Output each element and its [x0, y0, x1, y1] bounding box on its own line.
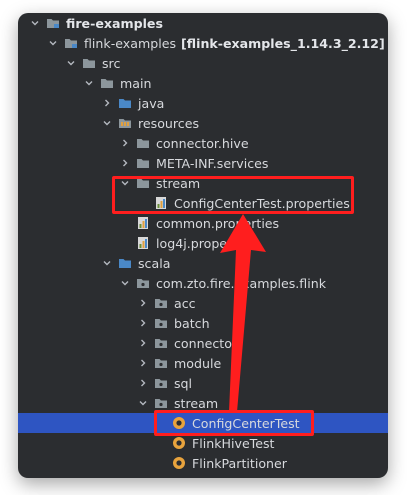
chevron-right-icon[interactable]: [138, 298, 148, 308]
scala-object-icon: [172, 436, 186, 450]
tree-row[interactable]: connector: [18, 333, 388, 353]
tree-row[interactable]: resources: [18, 113, 388, 133]
tree-row[interactable]: acc: [18, 293, 388, 313]
chevron-down-icon[interactable]: [138, 398, 148, 408]
tree-row[interactable]: FlinkHiveTest: [18, 433, 388, 453]
tree-item-label: META-INF.services: [156, 155, 269, 171]
tree-row[interactable]: scala: [18, 253, 388, 273]
source-folder-icon: [118, 96, 132, 110]
package-icon: [154, 356, 168, 370]
tree-row[interactable]: src: [18, 53, 388, 73]
package-icon: [154, 396, 168, 410]
tree-row[interactable]: connector.hive: [18, 133, 388, 153]
chevron-down-icon[interactable]: [84, 78, 94, 88]
tree-row[interactable]: com.zto.fire.examples.flink: [18, 273, 388, 293]
folder-icon: [82, 56, 96, 70]
tree-item-label: stream: [174, 395, 219, 411]
tree-row[interactable]: main: [18, 73, 388, 93]
tree-row[interactable]: common.properties: [18, 213, 388, 233]
package-icon: [154, 296, 168, 310]
chevron-down-icon[interactable]: [120, 178, 130, 188]
chevron-down-icon[interactable]: [120, 278, 130, 288]
tree-item-label: log4j.properties: [156, 235, 255, 251]
tree-item-label: java: [138, 95, 165, 111]
tree-item-label: batch: [174, 315, 210, 331]
chevron-down-icon[interactable]: [102, 118, 112, 128]
tree-item-label: common.properties: [156, 215, 280, 231]
tree-item-label: ConfigCenterTest.properties: [174, 195, 350, 211]
tree-row[interactable]: ConfigCenterTest.properties: [18, 193, 388, 213]
tree-item-label: main: [120, 75, 152, 91]
chevron-right-icon[interactable]: [102, 98, 112, 108]
tree-row[interactable]: FlinkPartitioner: [18, 453, 388, 473]
chevron-right-icon[interactable]: [138, 358, 148, 368]
tree-item-label: src: [102, 55, 121, 71]
scala-object-icon: [172, 416, 186, 430]
tree-item-label: flink-examples: [84, 35, 177, 51]
tree-item-label: FlinkHiveTest: [192, 435, 275, 451]
resources-folder-icon: [118, 116, 132, 130]
chevron-right-icon[interactable]: [138, 338, 148, 348]
properties-file-icon: [154, 196, 168, 210]
package-icon: [154, 316, 168, 330]
tree-item-label: connector.hive: [156, 135, 249, 151]
tree-item-label: sql: [174, 375, 193, 391]
tree-row[interactable]: flink-examples [flink-examples_1.14.3_2.1…: [18, 33, 388, 53]
module-folder-icon: [46, 16, 60, 30]
tree-row[interactable]: java: [18, 93, 388, 113]
tree-row[interactable]: stream: [18, 393, 388, 413]
tree-row[interactable]: stream: [18, 173, 388, 193]
module-folder-icon: [64, 36, 78, 50]
folder-icon: [100, 76, 114, 90]
chevron-down-icon[interactable]: [66, 58, 76, 68]
folder-icon: [136, 156, 150, 170]
project-tool-window: fire-examples flink-examples [flink-exampl…: [18, 13, 388, 478]
chevron-down-icon[interactable]: [102, 258, 112, 268]
tree-item-label: stream: [156, 175, 201, 191]
package-icon: [154, 376, 168, 390]
chevron-right-icon[interactable]: [120, 158, 130, 168]
tree-row[interactable]: module: [18, 353, 388, 373]
package-icon: [136, 276, 150, 290]
chevron-right-icon[interactable]: [138, 318, 148, 328]
tree-row[interactable]: batch: [18, 313, 388, 333]
scala-object-icon: [172, 456, 186, 470]
chevron-down-icon[interactable]: [48, 38, 58, 48]
chevron-down-icon[interactable]: [30, 18, 40, 28]
tree-item-label: resources: [138, 115, 200, 131]
folder-icon: [136, 136, 150, 150]
tree-item-label: module: [174, 355, 222, 371]
tree-row[interactable]: sql: [18, 373, 388, 393]
source-folder-icon: [118, 256, 132, 270]
folder-icon: [136, 176, 150, 190]
tree-item-label: scala: [138, 255, 171, 271]
tree-row[interactable]: META-INF.services: [18, 153, 388, 173]
tree-row[interactable]: ConfigCenterTest: [18, 413, 388, 433]
properties-file-icon: [136, 236, 150, 250]
tree-row[interactable]: log4j.properties: [18, 233, 388, 253]
chevron-right-icon[interactable]: [120, 138, 130, 148]
tree-item-label: ConfigCenterTest: [192, 415, 300, 431]
module-name-suffix: [flink-examples_1.14.3_2.12]: [181, 35, 385, 51]
package-icon: [154, 336, 168, 350]
tree-item-label: connector: [174, 335, 238, 351]
chevron-right-icon[interactable]: [138, 378, 148, 388]
tree-item-label: acc: [174, 295, 196, 311]
tree-item-label: FlinkPartitioner: [192, 455, 287, 471]
tree-row[interactable]: fire-examples: [18, 13, 388, 33]
tree-item-label: fire-examples: [66, 15, 163, 31]
properties-file-icon: [136, 216, 150, 230]
tree-item-label: com.zto.fire.examples.flink: [156, 275, 326, 291]
